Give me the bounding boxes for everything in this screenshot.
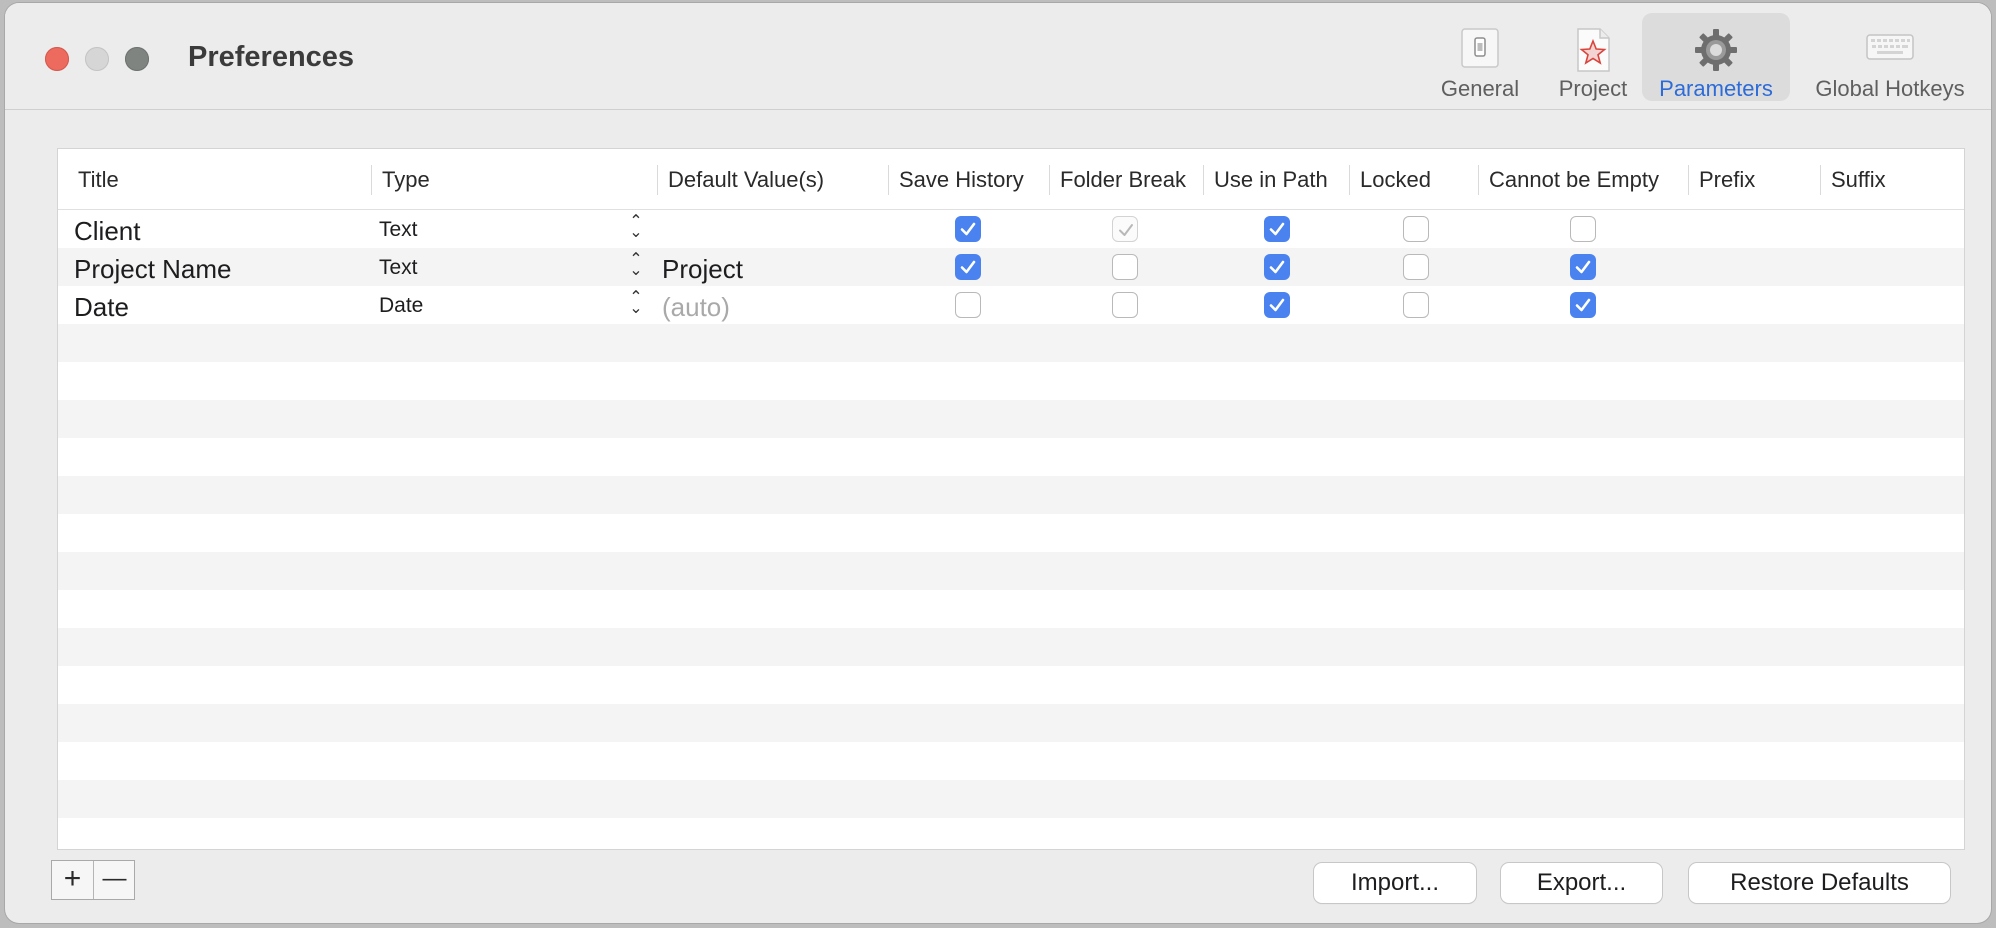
table-row[interactable]: Client Text ⌃ ⌄ [58,210,1964,248]
checkbox-save-history[interactable] [955,292,981,318]
cell-title[interactable]: Client [74,216,140,247]
toolbar-label: Global Hotkeys [1815,76,1965,101]
column-divider[interactable] [371,165,372,195]
toolbar-label: Parameters [1659,76,1773,101]
export-button[interactable]: Export... [1501,863,1662,903]
cell-default-value[interactable]: Project [662,254,743,285]
popup-chevron-icon[interactable]: ⌃ ⌄ [629,252,643,279]
window-title: Preferences [188,41,355,73]
checkbox-save-history[interactable] [955,216,981,242]
column-header-locked[interactable]: Locked [1360,167,1431,193]
cell-default-value[interactable]: (auto) [662,292,730,323]
cell-title[interactable]: Project Name [74,254,232,285]
empty-row [58,514,1964,552]
toolbar-general[interactable]: General [1430,13,1530,101]
column-header-folder-break[interactable]: Folder Break [1060,167,1186,193]
empty-row [58,818,1964,849]
empty-row [58,400,1964,438]
empty-row [58,552,1964,590]
table-row[interactable]: Project Name Text ⌃ ⌄ Project [58,248,1964,286]
empty-row [58,780,1964,818]
toolbar-label: General [1440,76,1520,101]
restore-defaults-button[interactable]: Restore Defaults [1689,863,1950,903]
add-parameter-button[interactable]: + [52,861,93,899]
column-header-save-history[interactable]: Save History [899,167,1024,193]
column-header-cannot-be-empty[interactable]: Cannot be Empty [1489,167,1659,193]
popup-chevron-icon[interactable]: ⌃ ⌄ [629,214,643,241]
column-header-suffix[interactable]: Suffix [1831,167,1886,193]
empty-row [58,666,1964,704]
switch-icon [1458,27,1502,76]
empty-row [58,628,1964,666]
column-divider[interactable] [1203,165,1204,195]
table-row[interactable]: Date Date ⌃ ⌄ (auto) [58,286,1964,324]
cell-type-popup[interactable]: Text [379,218,418,242]
column-divider[interactable] [1688,165,1689,195]
checkbox-cannot-be-empty[interactable] [1570,216,1596,242]
toolbar-project[interactable]: Project [1545,13,1641,101]
column-header-prefix[interactable]: Prefix [1699,167,1755,193]
column-divider[interactable] [1478,165,1479,195]
checkbox-locked[interactable] [1403,292,1429,318]
checkbox-cannot-be-empty[interactable] [1570,254,1596,280]
add-remove-segmented-control: + — [51,860,135,900]
table-header: Title Type Default Value(s) Save History… [58,149,1964,210]
cell-type-popup[interactable]: Date [379,294,423,318]
empty-row [58,438,1964,476]
toolbar-parameters[interactable]: Parameters [1642,13,1790,101]
close-window-button[interactable] [45,47,69,71]
empty-row [58,476,1964,514]
checkbox-save-history[interactable] [955,254,981,280]
project-star-icon [1571,27,1615,78]
keyboard-icon [1865,27,1915,72]
empty-row [58,362,1964,400]
checkbox-locked[interactable] [1403,216,1429,242]
checkbox-locked[interactable] [1403,254,1429,280]
checkbox-cannot-be-empty[interactable] [1570,292,1596,318]
checkbox-use-in-path[interactable] [1264,292,1290,318]
remove-parameter-button[interactable]: — [94,861,135,899]
minimize-window-button[interactable] [85,47,109,71]
column-divider[interactable] [1349,165,1350,195]
column-divider[interactable] [1820,165,1821,195]
checkbox-folder-break [1112,216,1138,242]
empty-row [58,742,1964,780]
parameters-table[interactable]: Title Type Default Value(s) Save History… [57,148,1965,850]
checkbox-use-in-path[interactable] [1264,254,1290,280]
import-button[interactable]: Import... [1314,863,1476,903]
popup-chevron-icon[interactable]: ⌃ ⌄ [629,290,643,317]
cell-title[interactable]: Date [74,292,129,323]
column-divider[interactable] [1049,165,1050,195]
empty-row [58,324,1964,362]
empty-row [58,590,1964,628]
cell-type-popup[interactable]: Text [379,256,418,280]
toolbar-global-hotkeys[interactable]: Global Hotkeys [1800,13,1980,101]
empty-row [58,704,1964,742]
toolbar-label: Project [1558,76,1628,101]
zoom-window-button[interactable] [125,47,149,71]
column-divider[interactable] [888,165,889,195]
checkbox-use-in-path[interactable] [1264,216,1290,242]
column-header-type[interactable]: Type [382,167,430,193]
checkbox-folder-break[interactable] [1112,254,1138,280]
column-header-title[interactable]: Title [78,167,119,193]
preferences-window: Preferences General Project Parameters G… [5,3,1991,923]
column-divider[interactable] [657,165,658,195]
column-header-default-values[interactable]: Default Value(s) [668,167,824,193]
column-header-use-in-path[interactable]: Use in Path [1214,167,1328,193]
title-bar: Preferences General Project Parameters G… [5,3,1991,110]
checkbox-folder-break[interactable] [1112,292,1138,318]
gear-icon [1693,27,1739,78]
